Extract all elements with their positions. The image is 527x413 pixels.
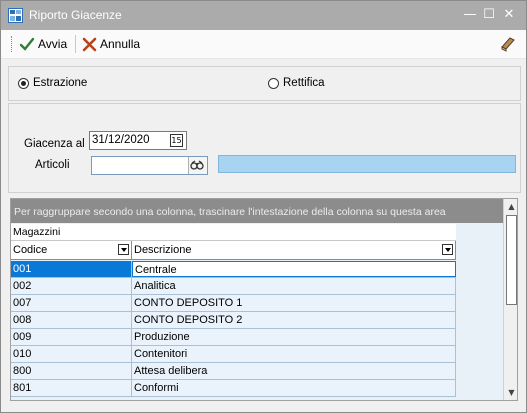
column-header-codice[interactable]: Codice	[11, 241, 132, 260]
cell-descrizione[interactable]: Conformi	[132, 380, 456, 396]
cell-descrizione[interactable]: Analitica	[132, 278, 456, 294]
scroll-up-icon[interactable]: ▲	[504, 199, 517, 214]
x-icon	[82, 37, 97, 51]
filter-dropdown-icon[interactable]	[442, 244, 453, 255]
cell-codice[interactable]: 007	[11, 295, 132, 311]
table-row[interactable]: 800 Attesa delibera	[11, 363, 456, 380]
giacenza-date-value: 31/12/2020	[92, 134, 150, 146]
avvia-label: Avvia	[38, 37, 68, 51]
table-row[interactable]: 010 Contenitori	[11, 346, 456, 363]
maximize-button[interactable]: ☐	[480, 7, 498, 23]
cell-codice[interactable]: 800	[11, 363, 132, 379]
filters-panel	[8, 103, 521, 193]
cell-codice[interactable]: 002	[11, 278, 132, 294]
cell-descrizione[interactable]: Produzione	[132, 329, 456, 345]
magazzini-grid: Per raggruppare secondo una colonna, tra…	[10, 198, 518, 401]
title-bar[interactable]: Riporto Giacenze — ☐ ✕	[1, 1, 526, 30]
column-header-descrizione[interactable]: Descrizione	[132, 241, 456, 260]
toolbar-separator	[75, 35, 76, 53]
window-title: Riporto Giacenze	[29, 8, 122, 22]
cell-descrizione[interactable]: Contenitori	[132, 346, 456, 362]
cell-descrizione[interactable]: CONTO DEPOSITO 2	[132, 312, 456, 328]
cell-descrizione[interactable]: Attesa delibera	[132, 363, 456, 379]
articoli-input[interactable]	[91, 156, 208, 175]
table-row[interactable]: 008 CONTO DEPOSITO 2	[11, 312, 456, 329]
radio-estrazione-label: Estrazione	[33, 77, 88, 89]
cell-codice[interactable]: 801	[11, 380, 132, 396]
cell-codice[interactable]: 010	[11, 346, 132, 362]
radio-rettifica[interactable]: Rettifica	[268, 77, 325, 89]
table-row[interactable]: 801 Conformi	[11, 380, 456, 397]
cell-descrizione[interactable]: Centrale	[132, 261, 456, 277]
cell-codice[interactable]: 008	[11, 312, 132, 328]
table-row[interactable]: 002 Analitica	[11, 278, 456, 295]
grid-band-title: Magazzini	[11, 224, 456, 241]
table-row[interactable]: 009 Produzione	[11, 329, 456, 346]
giacenza-label: Giacenza al	[24, 138, 85, 150]
articoli-description-field	[218, 155, 516, 173]
cell-codice[interactable]: 009	[11, 329, 132, 345]
scroll-down-icon[interactable]: ▼	[504, 385, 517, 400]
scrollbar-thumb[interactable]	[506, 215, 517, 305]
cell-descrizione[interactable]: CONTO DEPOSITO 1	[132, 295, 456, 311]
book-icon[interactable]	[499, 35, 516, 52]
radio-rettifica-label: Rettifica	[283, 77, 325, 89]
vertical-scrollbar[interactable]: ▲ ▼	[503, 199, 517, 400]
annulla-label: Annulla	[100, 37, 141, 51]
avvia-button[interactable]: Avvia	[19, 34, 67, 54]
calendar-icon[interactable]: 15	[170, 134, 183, 147]
toolbar: Avvia Annulla	[1, 30, 526, 59]
group-by-area[interactable]: Per raggruppare secondo una colonna, tra…	[11, 199, 503, 223]
radio-estrazione-circle[interactable]	[18, 77, 29, 89]
column-header-descrizione-label: Descrizione	[134, 244, 192, 256]
check-icon	[19, 37, 35, 51]
table-row[interactable]: 001 Centrale	[11, 261, 456, 278]
riporto-giacenze-window: Riporto Giacenze — ☐ ✕ Avvia Annulla Est…	[0, 0, 527, 413]
table-row[interactable]: 007 CONTO DEPOSITO 1	[11, 295, 456, 312]
articoli-label: Articoli	[35, 159, 70, 171]
filter-dropdown-icon[interactable]	[118, 244, 129, 255]
radio-estrazione[interactable]: Estrazione	[18, 77, 87, 89]
annulla-button[interactable]: Annulla	[82, 34, 140, 54]
close-button[interactable]: ✕	[500, 7, 518, 23]
giacenza-date-field[interactable]: 31/12/2020 15	[89, 131, 187, 150]
cell-codice[interactable]: 001	[11, 261, 132, 277]
toolbar-grip[interactable]	[11, 36, 14, 52]
articoli-lookup-button[interactable]	[188, 157, 207, 174]
app-icon	[8, 8, 23, 23]
radio-rettifica-circle[interactable]	[268, 77, 279, 89]
minimize-button[interactable]: —	[461, 7, 479, 23]
column-header-codice-label: Codice	[13, 244, 48, 256]
binoculars-icon	[190, 160, 204, 170]
